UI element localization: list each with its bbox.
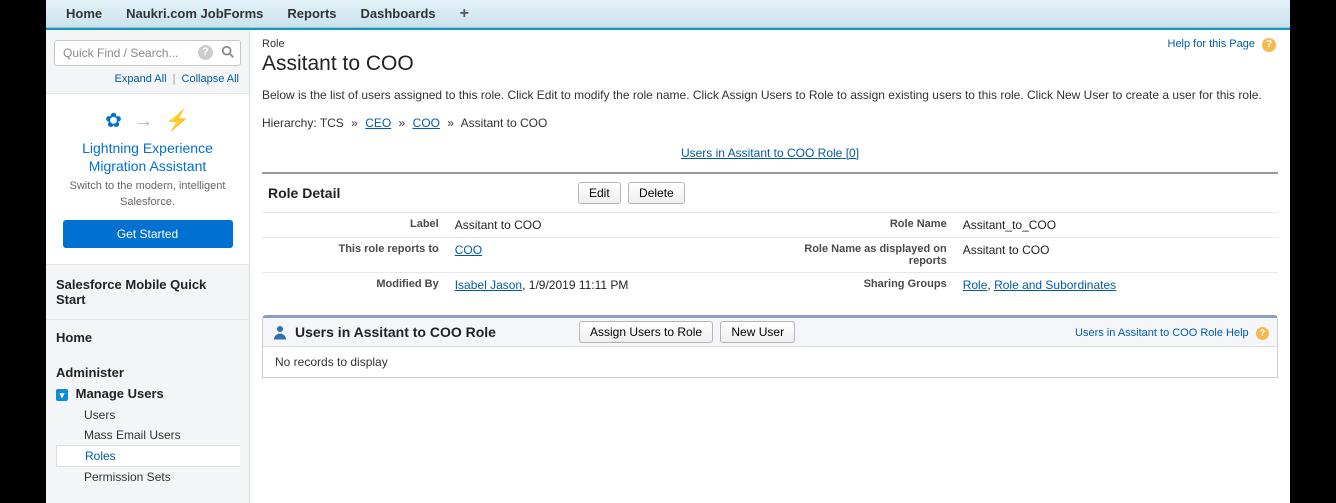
sidebar-item-users[interactable]: Users [56,405,239,425]
help-icon[interactable]: ? [198,45,213,60]
rolename-val: Assitant_to_COO [955,213,1278,238]
users-panel-help-link[interactable]: Users in Assitant to COO Role Help [1075,327,1249,339]
sidebar-manage-users[interactable]: ▾ Manage Users [56,386,239,401]
page-title: Assitant to COO [262,52,1278,76]
modified-by-user-link[interactable]: Isabel Jason [455,278,522,292]
edit-button[interactable]: Edit [578,182,621,204]
help-for-page-link[interactable]: Help for this Page [1168,38,1255,50]
collapse-all-link[interactable]: Collapse All [182,73,239,85]
delete-button[interactable]: Delete [628,182,685,204]
users-panel-empty: No records to display [263,347,1277,377]
classic-icon: ✿ [105,110,122,132]
label-val: Assitant to COO [447,213,770,238]
hierarchy-ceo-link[interactable]: CEO [365,116,391,130]
new-user-button[interactable]: New User [720,321,795,343]
top-nav: Home Naukri.com JobForms Reports Dashboa… [46,0,1290,28]
sharing-role-link[interactable]: Role [963,278,988,292]
sidebar-item-roles[interactable]: Roles [56,445,240,467]
hierarchy-label: Hierarchy: [262,116,317,130]
nav-tab-jobforms[interactable]: Naukri.com JobForms [114,0,275,28]
nav-tab-reports[interactable]: Reports [275,0,348,28]
separator: | [173,73,176,85]
sidebar: ? Expand All | Collapse All ✿ → ⚡ Lightn… [46,30,250,503]
hierarchy-root: TCS [320,116,344,130]
hierarchy-coo-link[interactable]: COO [413,116,440,130]
page-description: Below is the list of users assigned to t… [262,86,1278,104]
mobile-quickstart-link[interactable]: Salesforce Mobile Quick Start [46,265,249,320]
sidebar-administer: Administer [56,365,239,380]
migration-box: ✿ → ⚡ Lightning Experience Migration Ass… [46,93,249,265]
label-lbl: Label [262,213,447,238]
search-icon[interactable] [221,45,235,62]
lightning-icon: ⚡ [165,110,190,132]
sharing-groups-lbl: Sharing Groups [770,273,955,298]
migration-subtitle: Switch to the modern, intelligent Salesf… [56,179,239,210]
sidebar-home[interactable]: Home [56,330,239,345]
sidebar-item-mass-email[interactable]: Mass Email Users [56,425,239,445]
get-started-button[interactable]: Get Started [63,220,233,248]
help-icon[interactable]: ? [1256,327,1269,340]
reports-to-link[interactable]: COO [455,243,482,257]
arrow-icon: → [133,110,153,132]
record-type-label: Role [262,38,1278,50]
sharing-role-sub-link[interactable]: Role and Subordinates [994,278,1116,292]
reportname-lbl: Role Name as displayed on reports [770,238,955,273]
help-icon[interactable]: ? [1262,38,1276,52]
role-detail-header: Role Detail [262,185,578,201]
users-in-role-link[interactable]: Users in Assitant to COO Role [0] [681,146,859,160]
reports-to-lbl: This role reports to [262,238,447,273]
role-detail-panel: Role Detail Edit Delete Label Assitant t… [262,172,1278,297]
migration-title: Lightning Experience Migration Assistant [56,139,239,175]
sidebar-item-permission-sets[interactable]: Permission Sets [56,467,239,487]
modified-by-timestamp: , 1/9/2019 11:11 PM [522,278,628,292]
main-content: Help for this Page ? Role Assitant to CO… [250,30,1290,503]
nav-tab-dashboards[interactable]: Dashboards [349,0,448,28]
user-icon [271,323,289,341]
expand-all-link[interactable]: Expand All [115,73,167,85]
nav-tab-add[interactable]: + [448,0,481,28]
rolename-lbl: Role Name [770,213,955,238]
users-panel-title: Users in Assitant to COO Role [295,324,496,340]
reportname-val: Assitant to COO [955,238,1278,273]
hierarchy-current: Assitant to COO [461,116,548,130]
nav-tab-home[interactable]: Home [54,0,114,28]
chevron-down-icon: ▾ [56,389,68,401]
breadcrumb: Hierarchy: TCS » CEO » COO » Assitant to… [262,116,1278,130]
modified-by-lbl: Modified By [262,273,447,298]
assign-users-button[interactable]: Assign Users to Role [579,321,713,343]
users-panel: Users in Assitant to COO Role Assign Use… [262,315,1278,378]
manage-users-label: Manage Users [76,386,164,401]
